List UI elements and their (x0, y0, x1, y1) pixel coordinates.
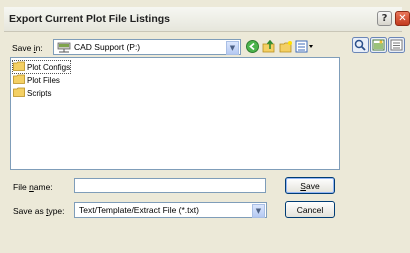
save-type-dropdown[interactable]: Text/Template/Extract File (*.txt) ▼ (74, 202, 267, 218)
save-type-label-pre: Save as (13, 206, 47, 216)
save-in-label-pre: Save (12, 43, 34, 53)
views-menu-button[interactable] (294, 39, 316, 55)
file-name-label-post: ame: (33, 182, 53, 192)
list-item-label: Scripts (27, 88, 52, 98)
preview-button[interactable] (369, 37, 387, 55)
save-in-label: Save in: (12, 43, 43, 53)
cancel-button[interactable]: Cancel (285, 201, 335, 218)
file-name-input[interactable] (74, 178, 266, 193)
list-item[interactable]: Scripts (13, 87, 51, 99)
save-in-value: CAD Support (P:) (74, 42, 141, 52)
chevron-down-icon[interactable]: ▼ (226, 41, 239, 55)
preview-icon (369, 37, 387, 55)
list-item-label: Plot Configs (27, 62, 71, 72)
list-item[interactable]: Plot Configs (11, 60, 72, 74)
search-web-icon (351, 37, 369, 55)
up-folder-icon (262, 39, 276, 55)
save-button[interactable]: Save (285, 177, 335, 194)
export-dialog: Export Current Plot File Listings ? ✕ Sa… (0, 0, 410, 253)
save-in-dropdown[interactable]: CAD Support (P:) ▼ (53, 39, 241, 55)
save-type-value: Text/Template/Extract File (*.txt) (79, 205, 199, 215)
search-web-button[interactable] (351, 37, 369, 55)
cancel-button-label: Cancel (296, 204, 324, 215)
save-button-label: ave (305, 180, 320, 191)
help-button[interactable]: ? (377, 11, 392, 26)
window-title: Export Current Plot File Listings (9, 13, 171, 25)
back-button[interactable] (243, 39, 261, 55)
close-icon: ✕ (398, 13, 407, 24)
back-icon (245, 39, 259, 55)
details-icon (387, 37, 405, 55)
save-type-label-post: ype: (48, 206, 65, 216)
file-name-label-pre: File (13, 182, 30, 192)
network-drive-icon (57, 42, 71, 55)
save-type-label: Save as type: (13, 206, 65, 216)
file-name-label: File name: (13, 182, 53, 192)
chevron-down-icon[interactable]: ▼ (252, 204, 265, 218)
list-item[interactable]: Plot Files (13, 74, 60, 86)
title-bar[interactable]: Export Current Plot File Listings ? ✕ (4, 7, 410, 32)
save-in-label-post: n: (35, 43, 43, 53)
list-item-label: Plot Files (27, 75, 60, 85)
new-folder-icon (279, 40, 293, 55)
folder-icon (13, 74, 25, 86)
new-folder-button[interactable] (277, 39, 295, 55)
folder-icon (13, 87, 25, 99)
details-button[interactable] (387, 37, 405, 55)
folder-icon (13, 61, 25, 73)
close-button[interactable]: ✕ (395, 11, 410, 26)
help-icon: ? (381, 13, 388, 24)
views-menu-icon (295, 40, 315, 55)
up-folder-button[interactable] (260, 39, 278, 55)
file-list[interactable]: Plot Configs Plot Files Scripts (10, 57, 340, 170)
